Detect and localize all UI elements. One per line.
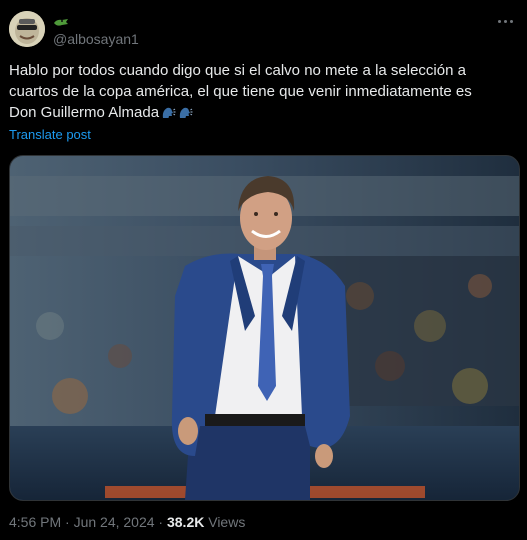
tweet-photo[interactable] xyxy=(9,155,520,501)
views-label: Views xyxy=(204,514,246,530)
speaking-head-icon xyxy=(161,105,176,120)
crocodile-icon xyxy=(53,16,69,28)
more-horizontal-icon[interactable] xyxy=(495,13,515,29)
user-handle[interactable]: @albosayan1 xyxy=(53,31,139,47)
avatar[interactable] xyxy=(9,11,45,47)
tweet-text-line-2: cuartos de la copa américa, el que tiene… xyxy=(9,83,472,100)
tweet-text-line-1: Hablo por todos cuando digo que si el ca… xyxy=(9,62,466,79)
views-count: 38.2K xyxy=(166,514,205,530)
tweet-card: @albosayan1 Hablo por todos cuando digo … xyxy=(0,0,527,540)
tweet-meta: 4:56 PM · Jun 24, 2024 · 38.2K Views xyxy=(9,514,245,530)
tweet-text: Hablo por todos cuando digo que si el ca… xyxy=(9,60,509,123)
timestamp[interactable]: 4:56 PM · Jun 24, 2024 · xyxy=(9,514,167,530)
tweet-text-line-3: Don Guillermo Almada xyxy=(9,104,160,121)
display-name[interactable] xyxy=(53,13,69,31)
translate-post-link[interactable]: Translate post xyxy=(9,127,91,142)
speaking-head-icon xyxy=(178,105,193,120)
